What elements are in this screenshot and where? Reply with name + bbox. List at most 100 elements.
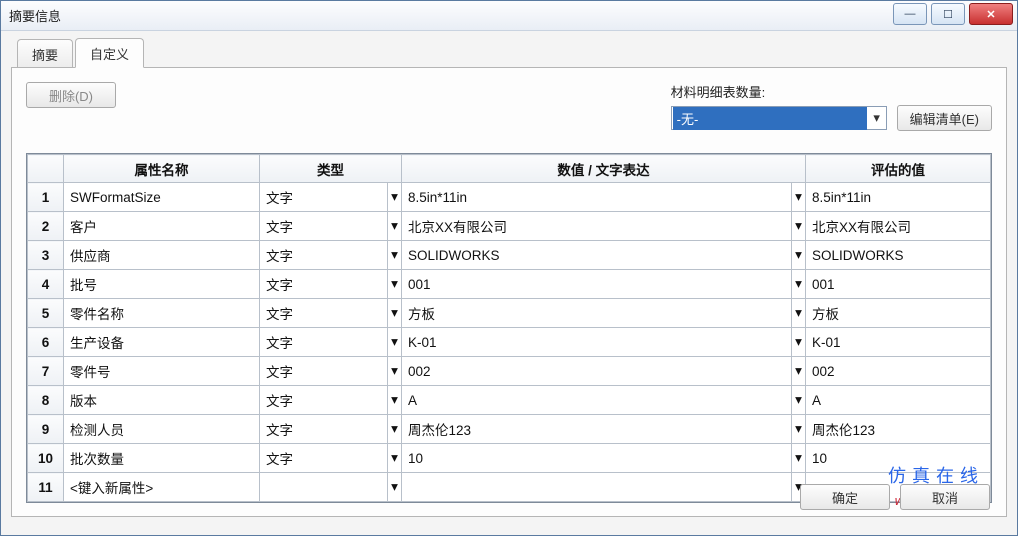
cell-name[interactable]: 供应商 bbox=[64, 241, 260, 270]
cell-value[interactable]: 8.5in*11in bbox=[402, 183, 792, 212]
maximize-button[interactable]: ☐ bbox=[931, 3, 965, 25]
top-row: 删除(D) 材料明细表数量: -无- ▾ 编辑清单(E) bbox=[26, 82, 992, 131]
cell-name[interactable]: 零件号 bbox=[64, 357, 260, 386]
cell-type[interactable]: 文字 bbox=[260, 386, 388, 415]
table-row: 6生产设备文字▾K-01▾K-01 bbox=[28, 328, 991, 357]
cell-value[interactable]: 周杰伦123 bbox=[402, 415, 792, 444]
cell-type[interactable]: 文字 bbox=[260, 212, 388, 241]
value-dropdown-icon[interactable]: ▾ bbox=[792, 270, 806, 299]
cell-type[interactable]: 文字 bbox=[260, 299, 388, 328]
titlebar: 摘要信息 — ☐ ✕ bbox=[1, 1, 1017, 31]
cell-type[interactable]: 文字 bbox=[260, 357, 388, 386]
cell-name[interactable]: 生产设备 bbox=[64, 328, 260, 357]
tab-summary[interactable]: 摘要 bbox=[17, 39, 73, 68]
cell-value[interactable]: A bbox=[402, 386, 792, 415]
row-number: 1 bbox=[28, 183, 64, 212]
cell-value[interactable]: 10 bbox=[402, 444, 792, 473]
cell-name[interactable]: SWFormatSize bbox=[64, 183, 260, 212]
chevron-down-icon: ▾ bbox=[868, 110, 886, 126]
cell-type[interactable]: 文字 bbox=[260, 270, 388, 299]
type-dropdown-icon[interactable]: ▾ bbox=[388, 212, 402, 241]
type-dropdown-icon[interactable]: ▾ bbox=[388, 270, 402, 299]
header-type: 类型 bbox=[260, 155, 402, 183]
cell-type[interactable]: 文字 bbox=[260, 415, 388, 444]
bom-qty-label: 材料明细表数量: bbox=[671, 82, 766, 101]
cell-type[interactable]: 文字 bbox=[260, 241, 388, 270]
header-eval: 评估的值 bbox=[806, 155, 991, 183]
cell-eval: SOLIDWORKS bbox=[806, 241, 991, 270]
row-number: 5 bbox=[28, 299, 64, 328]
value-dropdown-icon[interactable]: ▾ bbox=[792, 241, 806, 270]
cell-value[interactable]: 北京XX有限公司 bbox=[402, 212, 792, 241]
cell-value[interactable]: 方板 bbox=[402, 299, 792, 328]
cell-name[interactable]: 批号 bbox=[64, 270, 260, 299]
value-dropdown-icon[interactable]: ▾ bbox=[792, 212, 806, 241]
row-number: 7 bbox=[28, 357, 64, 386]
type-dropdown-icon[interactable]: ▾ bbox=[388, 299, 402, 328]
cell-name[interactable]: 批次数量 bbox=[64, 444, 260, 473]
header-blank bbox=[28, 155, 64, 183]
tab-panel-custom: 删除(D) 材料明细表数量: -无- ▾ 编辑清单(E) bbox=[11, 67, 1007, 517]
bom-area: 材料明细表数量: -无- ▾ 编辑清单(E) bbox=[671, 82, 992, 131]
type-dropdown-icon[interactable]: ▾ bbox=[388, 241, 402, 270]
table-row: 1SWFormatSize文字▾8.5in*11in▾8.5in*11in bbox=[28, 183, 991, 212]
minimize-button[interactable]: — bbox=[893, 3, 927, 25]
value-dropdown-icon[interactable]: ▾ bbox=[792, 299, 806, 328]
ok-button[interactable]: 确定 bbox=[800, 484, 890, 510]
cell-value[interactable]: SOLIDWORKS bbox=[402, 241, 792, 270]
type-dropdown-icon[interactable]: ▾ bbox=[388, 386, 402, 415]
bom-qty-select[interactable]: -无- ▾ bbox=[671, 106, 887, 130]
cell-eval: 周杰伦123 bbox=[806, 415, 991, 444]
row-number: 2 bbox=[28, 212, 64, 241]
minimize-icon: — bbox=[905, 8, 916, 20]
row-number: 3 bbox=[28, 241, 64, 270]
cell-eval: 002 bbox=[806, 357, 991, 386]
cell-eval: A bbox=[806, 386, 991, 415]
cell-value[interactable] bbox=[402, 473, 792, 502]
cell-name[interactable]: 零件名称 bbox=[64, 299, 260, 328]
delete-button[interactable]: 删除(D) bbox=[26, 82, 116, 108]
cell-eval: 001 bbox=[806, 270, 991, 299]
type-dropdown-icon[interactable]: ▾ bbox=[388, 444, 402, 473]
cell-name[interactable]: 版本 bbox=[64, 386, 260, 415]
table-row: 5零件名称文字▾方板▾方板 bbox=[28, 299, 991, 328]
value-dropdown-icon[interactable]: ▾ bbox=[792, 444, 806, 473]
type-dropdown-icon[interactable]: ▾ bbox=[388, 357, 402, 386]
cell-name[interactable]: 检测人员 bbox=[64, 415, 260, 444]
cell-name-new[interactable]: <键入新属性> bbox=[64, 473, 260, 502]
window-controls: — ☐ ✕ bbox=[893, 1, 1017, 30]
value-dropdown-icon[interactable]: ▾ bbox=[792, 386, 806, 415]
bom-qty-value: -无- bbox=[673, 107, 867, 130]
table-row: 4批号文字▾001▾001 bbox=[28, 270, 991, 299]
value-dropdown-icon[interactable]: ▾ bbox=[792, 357, 806, 386]
cell-type[interactable] bbox=[260, 473, 388, 502]
cell-type[interactable]: 文字 bbox=[260, 183, 388, 212]
cell-value[interactable]: 001 bbox=[402, 270, 792, 299]
window: 摘要信息 — ☐ ✕ 摘要 自定义 删除(D) 材料明细表数量: -无- ▾ bbox=[0, 0, 1018, 536]
value-dropdown-icon[interactable]: ▾ bbox=[792, 328, 806, 357]
table-row: 3供应商文字▾SOLIDWORKS▾SOLIDWORKS bbox=[28, 241, 991, 270]
tabstrip: 摘要 自定义 bbox=[17, 39, 1007, 67]
table-row: 7零件号文字▾002▾002 bbox=[28, 357, 991, 386]
cancel-button[interactable]: 取消 bbox=[900, 484, 990, 510]
close-icon: ✕ bbox=[986, 8, 995, 21]
cell-type[interactable]: 文字 bbox=[260, 444, 388, 473]
value-dropdown-icon[interactable]: ▾ bbox=[792, 183, 806, 212]
client-area: 摘要 自定义 删除(D) 材料明细表数量: -无- ▾ 编辑清单(E) bbox=[1, 31, 1017, 535]
type-dropdown-icon[interactable]: ▾ bbox=[388, 328, 402, 357]
type-dropdown-icon[interactable]: ▾ bbox=[388, 415, 402, 444]
row-number: 10 bbox=[28, 444, 64, 473]
cell-name[interactable]: 客户 bbox=[64, 212, 260, 241]
cell-type[interactable]: 文字 bbox=[260, 328, 388, 357]
cell-eval: 北京XX有限公司 bbox=[806, 212, 991, 241]
properties-grid: 属性名称 类型 数值 / 文字表达 评估的值 1SWFormatSize文字▾8… bbox=[26, 153, 992, 503]
maximize-icon: ☐ bbox=[943, 8, 953, 21]
value-dropdown-icon[interactable]: ▾ bbox=[792, 415, 806, 444]
type-dropdown-icon[interactable]: ▾ bbox=[388, 183, 402, 212]
edit-list-button[interactable]: 编辑清单(E) bbox=[897, 105, 992, 131]
cell-value[interactable]: K-01 bbox=[402, 328, 792, 357]
close-button[interactable]: ✕ bbox=[969, 3, 1013, 25]
tab-custom[interactable]: 自定义 bbox=[75, 38, 144, 68]
type-dropdown-icon[interactable]: ▾ bbox=[388, 473, 402, 502]
cell-value[interactable]: 002 bbox=[402, 357, 792, 386]
